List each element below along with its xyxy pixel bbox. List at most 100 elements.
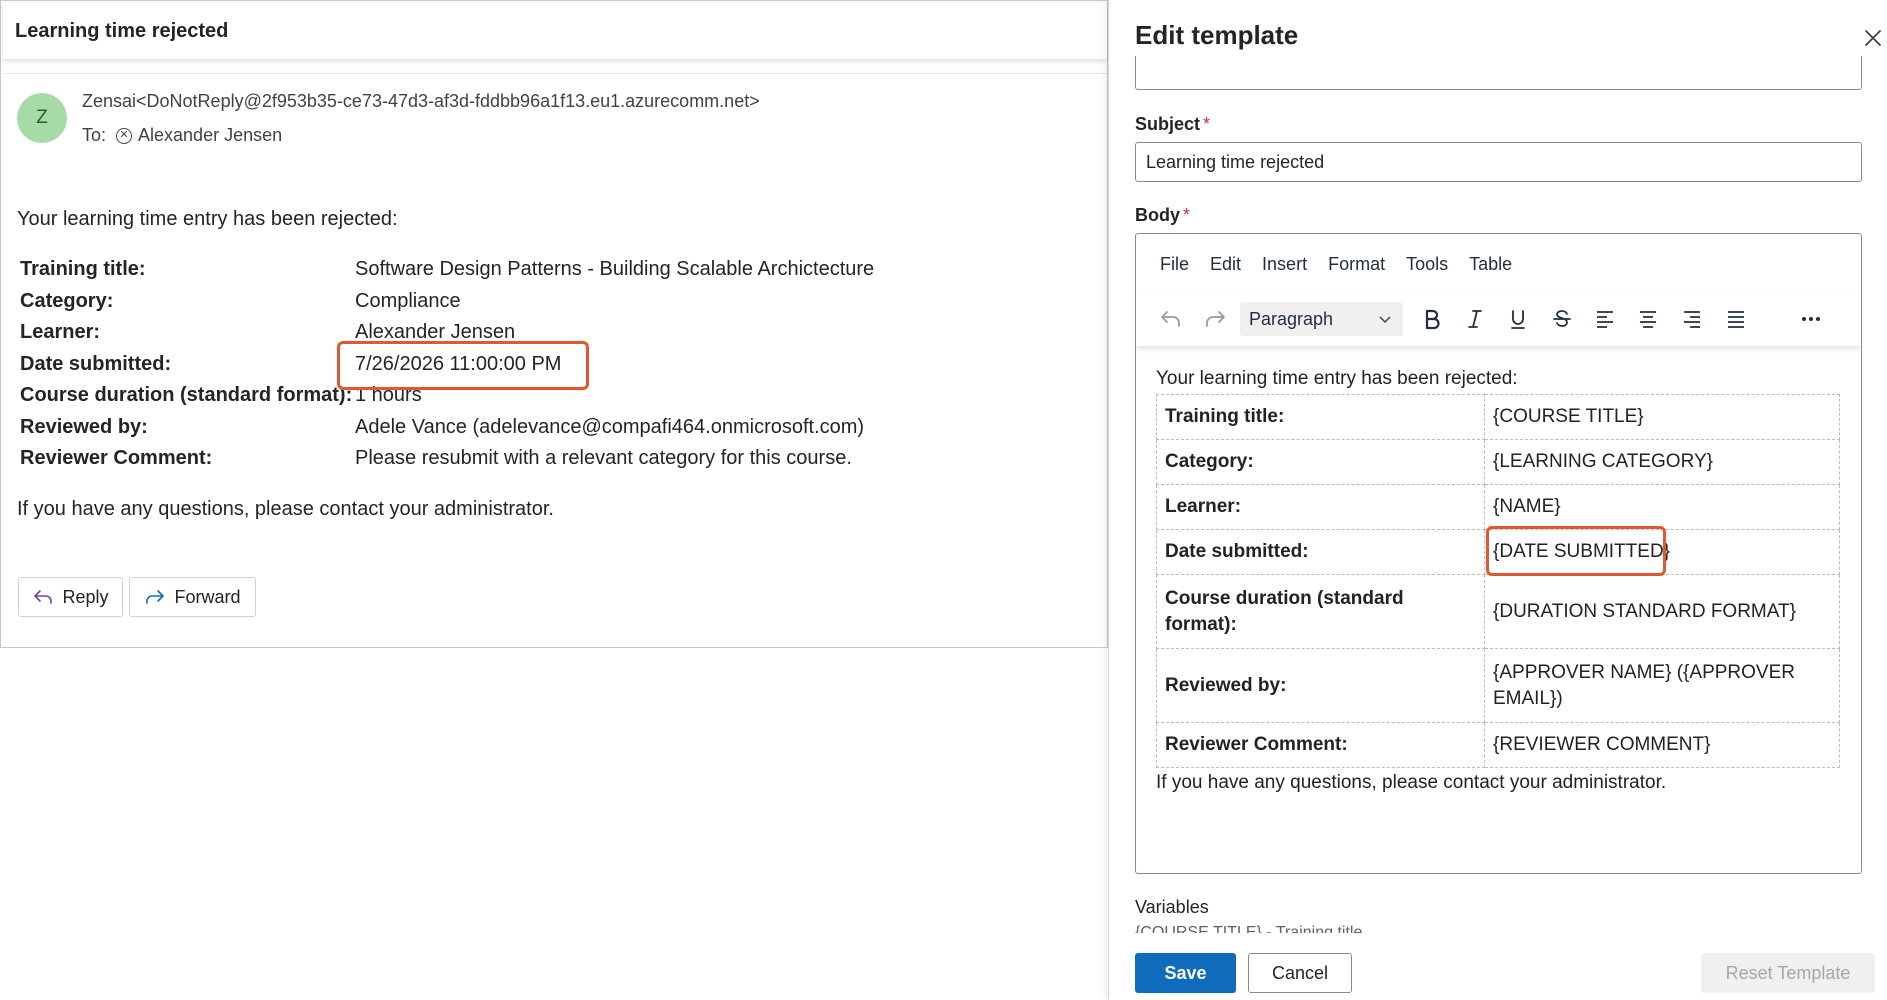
detail-label: Reviewer Comment: (20, 447, 213, 469)
variables-label: Variables (1135, 897, 1209, 917)
subject-label-text: Subject (1135, 114, 1201, 134)
italic-button[interactable] (1460, 304, 1490, 334)
justify-icon (1728, 311, 1744, 328)
menu-format[interactable]: Format (1328, 254, 1385, 275)
detail-value: Adele Vance (adelevance@compafi464.onmic… (355, 415, 865, 438)
forward-label: Forward (174, 586, 241, 607)
table-label-cell[interactable]: Category: (1156, 439, 1485, 485)
sender-address: Zensai<DoNotReply@2f953b35-ce73-47d3-af3… (82, 91, 760, 111)
table-value-cell[interactable]: {REVIEWER COMMENT} (1484, 722, 1840, 768)
detail-row: Course duration (standard format): 1 hou… (20, 382, 1020, 414)
cancel-button[interactable]: Cancel (1248, 953, 1352, 993)
detail-label: Reviewed by: (20, 415, 148, 438)
forward-button[interactable]: Forward (129, 577, 256, 617)
menu-tools[interactable]: Tools (1406, 254, 1448, 275)
previous-field[interactable] (1135, 56, 1862, 90)
detail-label: Learner: (20, 321, 101, 343)
justify-button[interactable] (1721, 304, 1751, 334)
more-button[interactable] (1796, 304, 1826, 334)
menu-edit[interactable]: Edit (1210, 254, 1241, 275)
email-intro: Your learning time entry has been reject… (17, 208, 398, 230)
email-header: Learning time rejected (3, 3, 1107, 59)
align-left-icon (1597, 311, 1613, 328)
editor-toolbar: Paragraph (1136, 294, 1861, 346)
subject-input[interactable] (1135, 142, 1862, 182)
underline-icon (1511, 310, 1525, 329)
align-center-icon (1640, 311, 1656, 328)
blocked-contact-icon: ✕ (116, 127, 133, 144)
redo-icon (1206, 311, 1225, 327)
email-closing: If you have any questions, please contac… (17, 498, 554, 520)
undo-button[interactable] (1156, 304, 1186, 334)
table-label-cell[interactable]: Reviewed by: (1156, 648, 1485, 723)
table-label-cell[interactable]: Course duration (standard format): (1156, 574, 1485, 649)
table-row: Reviewed by: {APPROVER NAME} ({APPROVER … (1156, 648, 1840, 723)
bold-button[interactable] (1417, 304, 1447, 334)
reply-icon (34, 590, 53, 604)
table-row: Course duration (standard format): {DURA… (1156, 574, 1840, 649)
strikethrough-button[interactable] (1547, 304, 1577, 334)
detail-label: Training title: (20, 258, 146, 280)
undo-icon (1161, 311, 1180, 327)
detail-row: Date submitted: 7/26/2026 11:00:00 PM (20, 351, 1020, 383)
rich-text-editor[interactable]: File Edit Insert Format Tools Table Para… (1135, 233, 1862, 874)
menu-table[interactable]: Table (1469, 254, 1512, 275)
save-button[interactable]: Save (1135, 953, 1236, 993)
editor-content[interactable]: Your learning time entry has been reject… (1156, 368, 1840, 794)
detail-row: Reviewed by: Adele Vance (adelevance@com… (20, 414, 1020, 446)
chevron-down-icon (1379, 316, 1391, 324)
required-mark: * (1183, 205, 1191, 225)
detail-value: Software Design Patterns - Building Scal… (355, 258, 875, 280)
email-preview-pane: Learning time rejected Z Zensai<DoNotRep… (0, 0, 1108, 648)
table-value-cell[interactable]: {NAME} (1484, 484, 1840, 530)
email-details: Training title: Software Design Patterns… (20, 256, 1020, 477)
body-label-text: Body (1135, 205, 1180, 225)
align-right-button[interactable] (1677, 304, 1707, 334)
reply-label: Reply (62, 586, 109, 607)
detail-row: Learner: Alexander Jensen (20, 319, 1020, 351)
menu-insert[interactable]: Insert (1262, 254, 1307, 275)
table-row: Training title: {COURSE TITLE} (1156, 394, 1840, 440)
align-right-icon (1684, 311, 1700, 328)
detail-row: Training title: Software Design Patterns… (20, 256, 1020, 288)
recipient-name[interactable]: Alexander Jensen (138, 125, 282, 146)
email-subject: Learning time rejected (15, 19, 229, 42)
redo-button[interactable] (1200, 304, 1230, 334)
detail-row: Reviewer Comment: Please resubmit with a… (20, 445, 1020, 477)
recipient-line: To: ✕ Alexander Jensen (82, 125, 282, 146)
table-value-cell[interactable]: {LEARNING CATEGORY} (1484, 439, 1840, 485)
table-row: Category: {LEARNING CATEGORY} (1156, 439, 1840, 485)
table-label-cell[interactable]: Learner: (1156, 484, 1485, 530)
table-row: Reviewer Comment: {REVIEWER COMMENT} (1156, 722, 1840, 768)
sender-avatar: Z (17, 93, 67, 143)
required-mark: * (1203, 114, 1211, 134)
menu-file[interactable]: File (1160, 254, 1189, 275)
align-center-button[interactable] (1633, 304, 1663, 334)
close-icon[interactable] (1861, 26, 1885, 50)
more-icon (1802, 317, 1820, 321)
align-left-button[interactable] (1590, 304, 1620, 334)
italic-icon (1468, 310, 1482, 328)
table-row: Date submitted: {DATE SUBMITTED} (1156, 529, 1840, 575)
table-value-cell[interactable]: {COURSE TITLE} (1484, 394, 1840, 440)
panel-title: Edit template (1135, 20, 1299, 50)
table-row: Learner: {NAME} (1156, 484, 1840, 530)
block-format-select[interactable]: Paragraph (1240, 302, 1403, 336)
subject-label: Subject * (1135, 114, 1210, 135)
edit-template-panel: Edit template Subject* Body* File Edit I… (1108, 0, 1887, 1000)
detail-value: Please resubmit with a relevant category… (355, 447, 852, 469)
table-value-cell[interactable]: {DATE SUBMITTED} (1484, 529, 1840, 575)
table-label-cell[interactable]: Reviewer Comment: (1156, 722, 1485, 768)
table-label-cell[interactable]: Date submitted: (1156, 529, 1485, 575)
underline-button[interactable] (1503, 304, 1533, 334)
detail-value: Alexander Jensen (355, 321, 516, 343)
table-value-cell[interactable]: {DURATION STANDARD FORMAT} (1484, 574, 1840, 649)
reply-button[interactable]: Reply (18, 577, 123, 617)
forward-icon (146, 590, 165, 604)
detail-row: Category: Compliance (20, 288, 1020, 320)
reset-template-button: Reset Template (1701, 953, 1875, 993)
template-table[interactable]: Training title: {COURSE TITLE} Category:… (1156, 394, 1840, 768)
editor-closing: If you have any questions, please contac… (1156, 772, 1667, 793)
table-value-cell[interactable]: {APPROVER NAME} ({APPROVER EMAIL}) (1484, 648, 1840, 723)
table-label-cell[interactable]: Training title: (1156, 394, 1485, 440)
